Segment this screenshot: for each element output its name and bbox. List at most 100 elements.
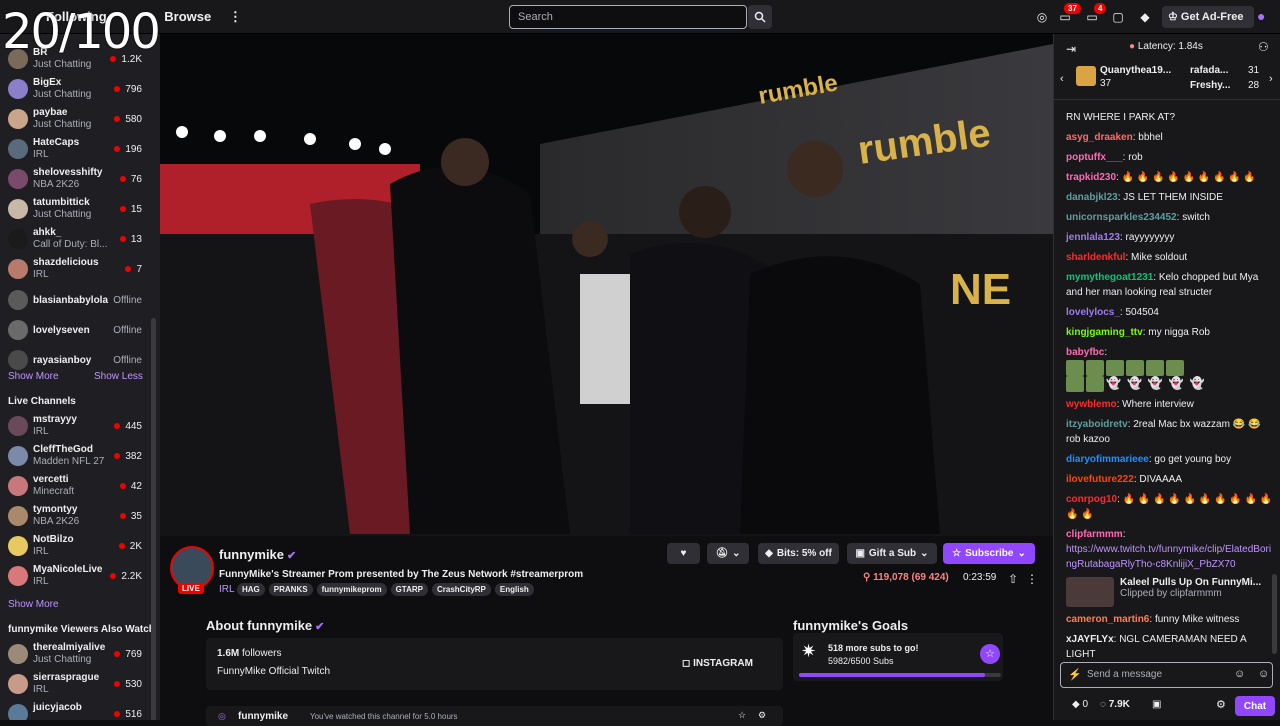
gear-icon[interactable]: ⚙ <box>758 710 766 721</box>
more-options-icon[interactable]: ⋮ <box>1024 571 1040 587</box>
show-more-live-link[interactable]: Show More <box>8 599 59 610</box>
get-ad-free-button[interactable]: ♔ Get Ad-Free <box>1162 6 1254 28</box>
chat-username[interactable]: xJAYFLYx <box>1066 634 1114 645</box>
chat-username[interactable]: wywblemo <box>1066 399 1117 410</box>
chat-username[interactable]: mymythegoat1231 <box>1066 272 1153 283</box>
sidebar-channel-item[interactable]: NotBilzo IRL 2K <box>6 533 146 561</box>
crown-icon[interactable]: ◎ <box>1034 9 1050 25</box>
chevron-left-icon[interactable]: ‹ <box>1060 73 1064 85</box>
collapse-chat-icon[interactable]: ⇥ <box>1066 42 1076 56</box>
chat-username[interactable]: unicornsparkles234452 <box>1066 212 1177 223</box>
stream-tag[interactable]: CrashCityRP <box>431 583 491 596</box>
avatar <box>8 79 28 99</box>
bits-button[interactable]: ◆ Bits: 5% off <box>758 543 839 564</box>
subscribe-button[interactable]: ☆ Subscribe ⌄ <box>943 543 1035 564</box>
clip-preview-card[interactable]: Kaleel Pulls Up On FunnyMi... Clipped by … <box>1066 577 1276 608</box>
follow-button[interactable]: ♥ <box>667 543 700 564</box>
notifications-toggle-button[interactable]: 🔕︎ ⌄ <box>707 543 749 564</box>
emote-picker-icon[interactable]: ☺ <box>1234 668 1245 680</box>
chat-username[interactable]: ilovefuture222 <box>1066 474 1134 485</box>
gift-icon[interactable]: ▣ <box>1152 699 1161 710</box>
live-dot-icon <box>114 651 121 657</box>
chat-username[interactable]: clipfarmmm <box>1066 529 1123 540</box>
chat-message: wywblemo: Where interview <box>1066 399 1194 411</box>
share-icon[interactable]: ⇧ <box>1005 571 1021 587</box>
chat-username[interactable]: danabjkl23 <box>1066 192 1118 203</box>
viewer-count-text: 2K <box>129 541 142 552</box>
viewer-count: 42 <box>119 481 142 492</box>
stream-tag[interactable]: PRANKS <box>268 583 313 596</box>
sidebar-channel-item[interactable]: mstrayyy IRL 445 <box>6 413 146 441</box>
sidebar-channel-item[interactable]: CleffTheGod Madden NFL 27 382 <box>6 443 146 471</box>
emoji-icon[interactable]: ☺ <box>1258 668 1269 680</box>
sidebar-channel-item[interactable]: therealmiyalive Just Chatting 769 <box>6 641 146 669</box>
sidebar-channel-item[interactable]: vercetti Minecraft 42 <box>6 473 146 501</box>
chat-username[interactable]: poptuffx___ <box>1066 152 1123 163</box>
user-avatar-icon[interactable]: ● <box>1257 8 1273 24</box>
gift-sub-button[interactable]: ▣ Gift a Sub ⌄ <box>847 543 937 564</box>
users-icon[interactable]: ⚇ <box>1258 40 1269 54</box>
chat-username[interactable]: trapkid230 <box>1066 172 1116 183</box>
stream-tag[interactable]: HAG <box>237 583 265 596</box>
stream-tag[interactable]: English <box>494 583 534 596</box>
sidebar-channel-item[interactable]: lovelyseven Offline <box>6 317 146 345</box>
chat-username[interactable]: lovelylocs_ <box>1066 307 1120 318</box>
stream-category-link[interactable]: IRL <box>219 584 235 595</box>
instagram-link[interactable]: ◻ INSTAGRAM <box>682 658 753 669</box>
stream-tag[interactable]: GTARP <box>390 583 428 596</box>
channel-category: Just Chatting <box>33 119 92 130</box>
leader-1-name[interactable]: Quanythea19... <box>1100 65 1171 76</box>
sidebar-channel-item[interactable]: blasianbabylola Offline <box>6 287 146 315</box>
chat-scrollbar[interactable] <box>1272 574 1277 654</box>
sidebar-channel-item[interactable]: sierrasprague IRL 530 <box>6 671 146 699</box>
channel-points[interactable]: ◌ 7.9K <box>1100 699 1130 710</box>
sidebar-channel-item[interactable]: shelovesshifty NBA 2K26 76 <box>6 166 146 194</box>
bits-balance[interactable]: ◆ 0 <box>1072 699 1088 710</box>
channel-name[interactable]: funnymike ✔ <box>219 547 296 562</box>
chat-message: babyfbc: 👻 👻 👻 👻 👻 <box>1066 345 1276 393</box>
chat-username[interactable]: cameron_martin6 <box>1066 614 1149 625</box>
chat-username[interactable]: kingjgaming_ttv <box>1066 327 1143 338</box>
sidebar-channel-item[interactable]: BigEx Just Chatting 796 <box>6 76 146 104</box>
whispers-icon[interactable]: ▢ <box>1110 9 1126 25</box>
sidebar-channel-item[interactable]: juicyjacob 516 <box>6 701 146 720</box>
clip-link[interactable]: https://www.twitch.tv/funnymike/clip/Ela… <box>1066 542 1276 572</box>
chat-username[interactable]: jennlala123 <box>1066 232 1120 243</box>
sub-goal-card[interactable]: ✷ 518 more subs to go! 5982/6500 Subs ☆ <box>793 633 1003 681</box>
chat-username[interactable]: asyg_draaken <box>1066 132 1133 143</box>
chat-username[interactable]: conrpog10 <box>1066 494 1117 505</box>
sidebar-scrollbar[interactable] <box>151 318 156 720</box>
stream-tag[interactable]: funnymikeprom <box>316 583 387 596</box>
sidebar-channel-item[interactable]: shazdelicious IRL 7 <box>6 256 146 284</box>
chat-username[interactable]: itzyaboidretv <box>1066 419 1128 430</box>
sidebar-channel-item[interactable]: MyaNicoleLive IRL 2.2K <box>6 563 146 591</box>
live-dot-icon <box>114 681 121 687</box>
chat-username[interactable]: diaryofimmarieee <box>1066 454 1149 465</box>
leader-3-name[interactable]: Freshy... <box>1190 80 1230 91</box>
channel-name: sierrasprague <box>33 672 100 683</box>
heart-icon: ♥ <box>680 548 687 559</box>
show-more-link[interactable]: Show More <box>8 371 59 382</box>
sidebar-channel-item[interactable]: ahkk_ Call of Duty: Bl... 13 <box>6 226 146 254</box>
search-input[interactable]: Search <box>509 5 747 29</box>
sidebar-channel-item[interactable]: tatumbittick Just Chatting 15 <box>6 196 146 224</box>
sidebar-channel-item[interactable]: paybae Just Chatting 580 <box>6 106 146 134</box>
viewer-count-text: 196 <box>125 144 142 155</box>
search-button[interactable] <box>748 5 772 29</box>
sidebar-channel-item[interactable]: tymontyy NBA 2K26 35 <box>6 503 146 531</box>
bits-icon[interactable]: ◆ <box>1137 9 1153 25</box>
chat-username[interactable]: babyfbc <box>1066 347 1104 358</box>
leader-2-name[interactable]: rafada... <box>1190 65 1228 76</box>
show-less-link[interactable]: Show Less <box>94 371 143 382</box>
video-player[interactable]: rumble rumble NE <box>160 34 1053 536</box>
browse-link[interactable]: Browse <box>164 9 211 24</box>
more-icon[interactable]: ⋮ <box>229 9 242 24</box>
star-icon[interactable]: ☆ <box>738 710 746 721</box>
sidebar-channel-item[interactable]: HateCaps IRL 196 <box>6 136 146 164</box>
bits-cheer-icon[interactable]: ⚡ <box>1068 668 1082 681</box>
goal-subscribe-icon[interactable]: ☆ <box>980 644 1000 664</box>
gear-icon[interactable]: ⚙ <box>1216 698 1226 711</box>
chevron-right-icon[interactable]: › <box>1269 73 1273 85</box>
chat-send-button[interactable]: Chat <box>1235 696 1275 716</box>
chat-username[interactable]: sharldenkful <box>1066 252 1125 263</box>
